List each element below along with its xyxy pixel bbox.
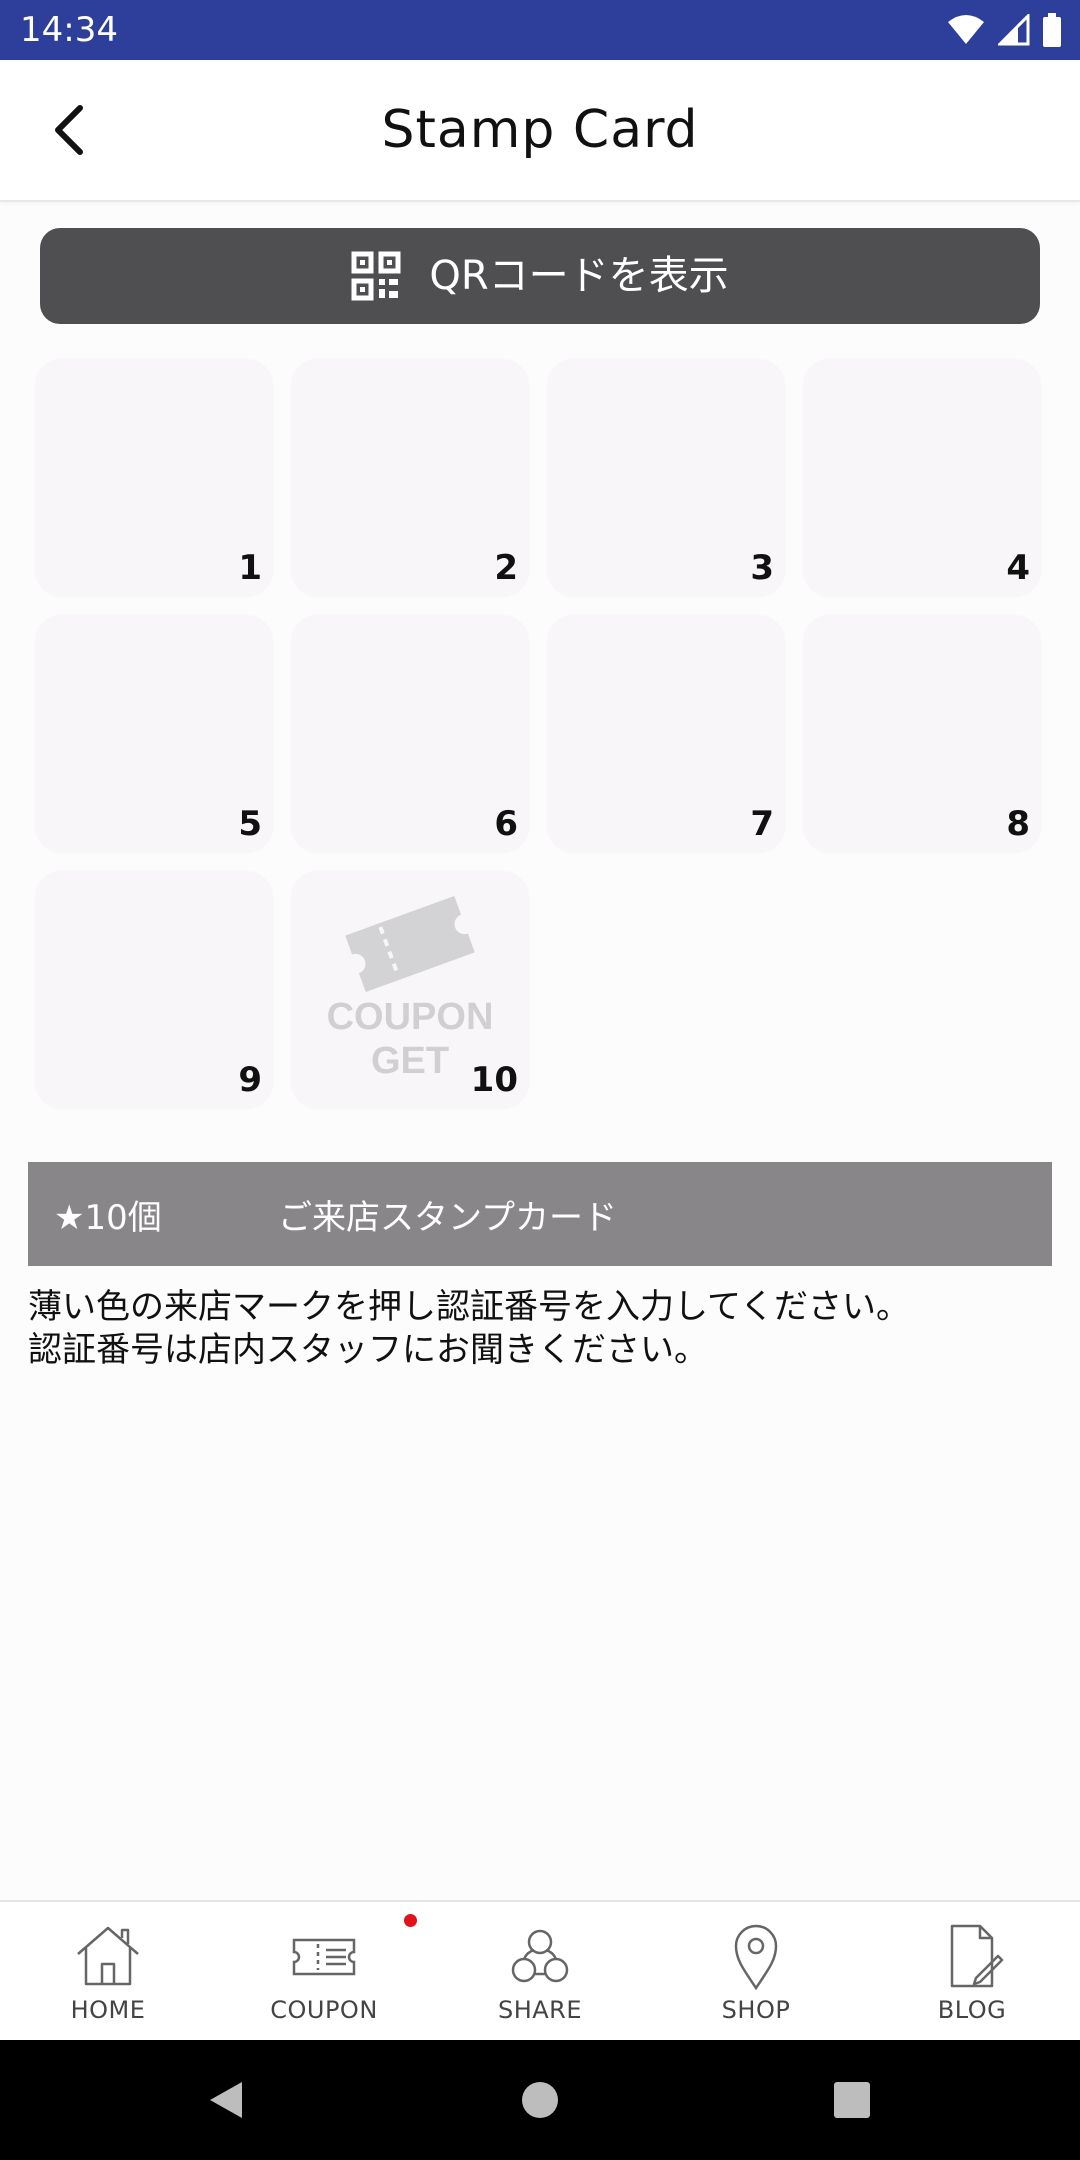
- system-recents-button[interactable]: [822, 2070, 882, 2130]
- status-icons: [946, 12, 1062, 48]
- stamp-card-info-bar: ★10個 ご来店スタンプカード: [28, 1162, 1052, 1266]
- stamp-number: 2: [494, 548, 518, 588]
- show-qr-code-button[interactable]: QRコードを表示: [40, 228, 1040, 324]
- nav-coupon[interactable]: COUPON: [216, 1902, 432, 2042]
- blog-icon: [950, 1924, 1004, 1988]
- stamp-number: 8: [1006, 804, 1030, 844]
- map-pin-icon: [734, 1924, 778, 1990]
- coupon-notification-badge: [404, 1914, 417, 1927]
- stamp-slot-10-coupon[interactable]: COUPON GET 10: [292, 872, 528, 1108]
- system-home-button[interactable]: [510, 2070, 570, 2130]
- stamp-slot-4[interactable]: 4: [804, 360, 1040, 596]
- share-icon: [511, 1929, 569, 1983]
- nav-label: HOME: [70, 1996, 146, 2024]
- app-header: Stamp Card: [0, 60, 1080, 202]
- stamp-number: 4: [1006, 548, 1030, 588]
- square-recents-icon: [834, 2082, 870, 2118]
- status-bar: 14:34: [0, 0, 1080, 60]
- status-time: 14:34: [20, 10, 118, 50]
- stamp-slot-3[interactable]: 3: [548, 360, 784, 596]
- bottom-nav: HOME COUPON SHARE SHOP BLOG: [0, 1900, 1080, 2042]
- circle-home-icon: [522, 2082, 558, 2118]
- triangle-back-icon: [210, 2082, 242, 2118]
- nav-blog[interactable]: BLOG: [864, 1902, 1080, 2042]
- stamp-number: 10: [470, 1060, 518, 1100]
- coupon-text-line1: COUPON: [326, 996, 494, 1038]
- stamp-slot-5[interactable]: 5: [36, 616, 272, 852]
- stamp-slot-2[interactable]: 2: [292, 360, 528, 596]
- system-back-button[interactable]: [196, 2070, 256, 2130]
- cell-signal-icon: [998, 14, 1030, 46]
- stamp-slot-8[interactable]: 8: [804, 616, 1040, 852]
- qr-code-icon: [351, 251, 401, 301]
- wifi-icon: [948, 15, 984, 44]
- home-icon: [77, 1926, 139, 1986]
- stamp-number: 6: [494, 804, 518, 844]
- instructions-line2: 認証番号は店内スタッフにお聞きください。: [28, 1330, 708, 1370]
- nav-share[interactable]: SHARE: [432, 1902, 648, 2042]
- nav-label: SHARE: [497, 1996, 583, 2024]
- instructions: 薄い色の来店マークを押し認証番号を入力してください。 認証番号は店内スタッフにお…: [28, 1286, 1052, 1372]
- stamp-number: 9: [238, 1060, 262, 1100]
- nav-label: SHOP: [721, 1996, 791, 2024]
- stamp-number: 7: [750, 804, 774, 844]
- battery-icon: [1043, 13, 1061, 47]
- stamp-number: 5: [238, 804, 262, 844]
- instructions-line1: 薄い色の来店マークを押し認証番号を入力してください。: [28, 1287, 910, 1327]
- qr-button-label: QRコードを表示: [429, 253, 729, 299]
- stamp-grid: 1 2 3 4 5 6 7 8 9 COUPON GET 10: [36, 360, 1044, 1112]
- nav-label: COUPON: [270, 1996, 378, 2024]
- page-title: Stamp Card: [381, 100, 699, 160]
- coupon-icon: [292, 1938, 356, 1976]
- stamp-slot-1[interactable]: 1: [36, 360, 272, 596]
- stamp-slot-6[interactable]: 6: [292, 616, 528, 852]
- stamp-number: 1: [238, 548, 262, 588]
- stamp-slot-7[interactable]: 7: [548, 616, 784, 852]
- system-nav-bar: [0, 2040, 1080, 2160]
- stamp-slot-9[interactable]: 9: [36, 872, 272, 1108]
- nav-label: BLOG: [937, 1996, 1007, 2024]
- nav-shop[interactable]: SHOP: [648, 1902, 864, 2042]
- stamp-number: 3: [750, 548, 774, 588]
- stamp-card-title: ご来店スタンプカード: [278, 1197, 617, 1238]
- nav-home[interactable]: HOME: [0, 1902, 216, 2042]
- stamp-count: ★10個: [54, 1197, 162, 1238]
